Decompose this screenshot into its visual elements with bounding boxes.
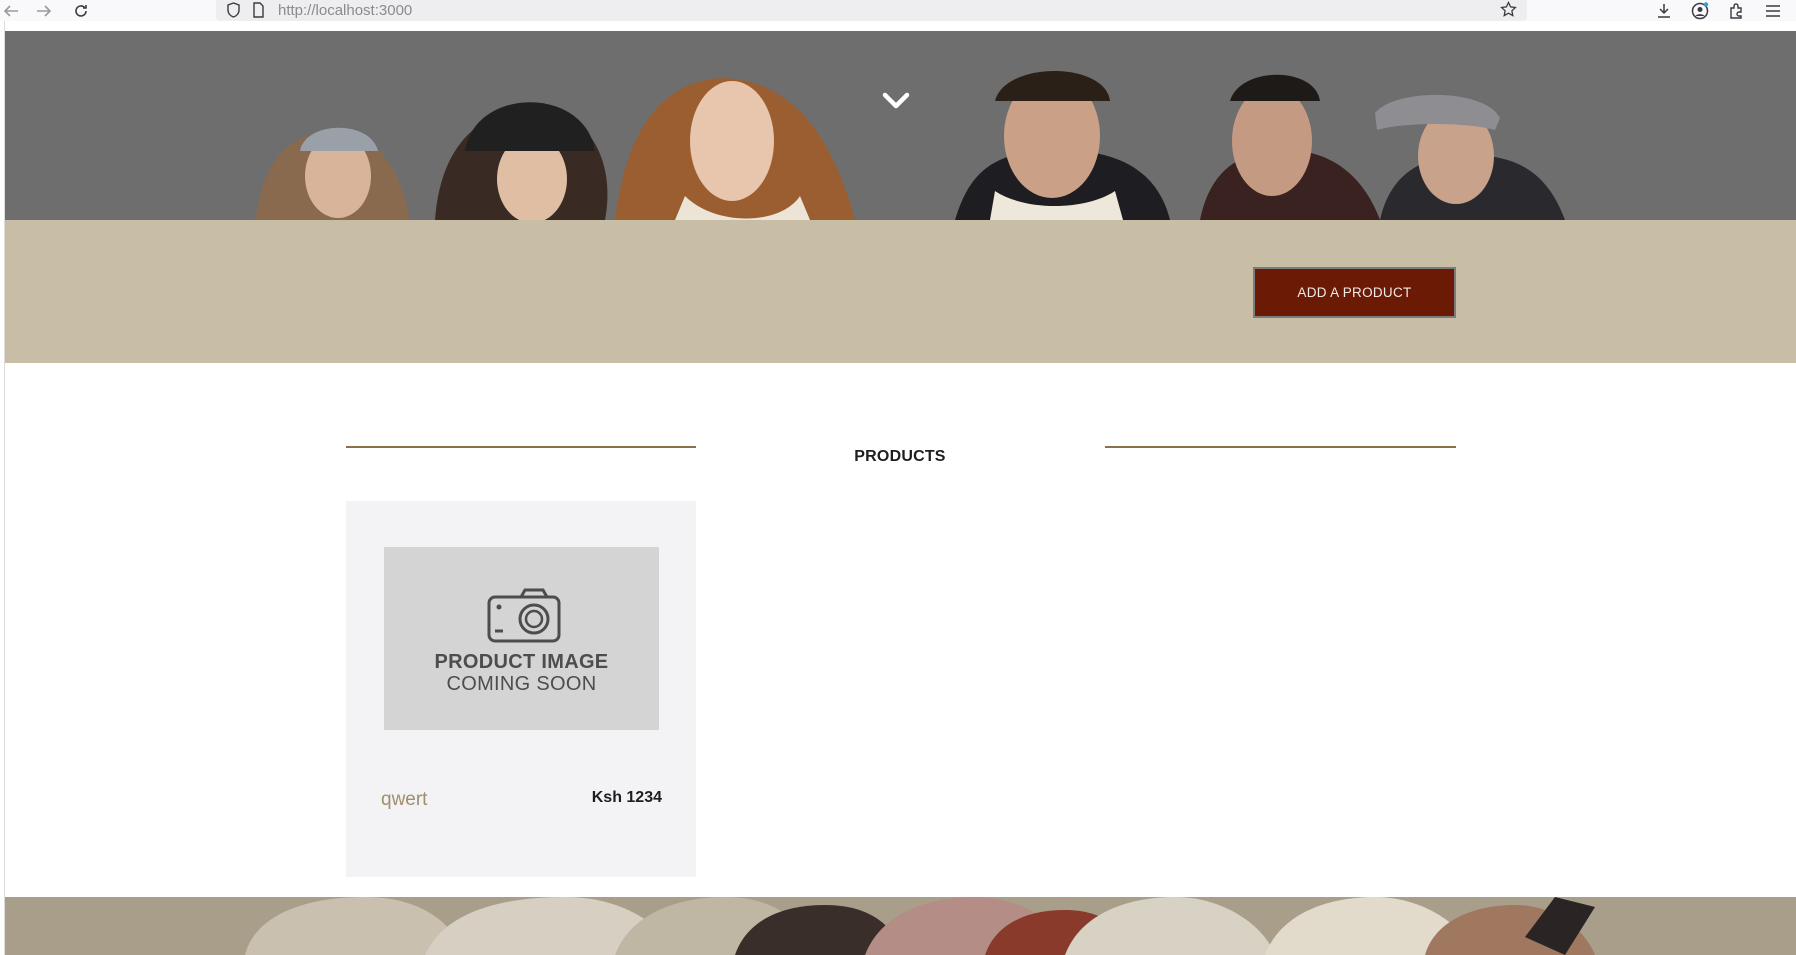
placeholder-text-line2: COMING SOON: [446, 673, 597, 695]
downloads-icon[interactable]: [1652, 0, 1676, 21]
back-arrow-icon[interactable]: [0, 0, 22, 21]
heading-divider-right: [1105, 446, 1456, 448]
menu-icon[interactable]: [1761, 0, 1785, 21]
products-heading: PRODUCTS: [854, 448, 946, 465]
chevron-down-icon[interactable]: [880, 89, 912, 113]
url-port: :3000: [374, 2, 413, 19]
product-card[interactable]: PRODUCT IMAGE COMING SOON qwert Ksh 1234: [346, 501, 696, 877]
address-bar[interactable]: http://localhost:3000: [216, 0, 1527, 21]
action-band: [5, 220, 1796, 363]
product-price: Ksh 1234: [591, 789, 662, 806]
shield-icon[interactable]: [226, 2, 241, 21]
heading-divider-left: [346, 446, 696, 448]
url-text[interactable]: http://localhost:3000: [278, 2, 412, 19]
placeholder-text-line1: PRODUCT IMAGE: [434, 651, 609, 673]
footer-banner: [5, 897, 1796, 955]
product-image-placeholder[interactable]: PRODUCT IMAGE COMING SOON: [384, 547, 659, 730]
extensions-icon[interactable]: [1724, 0, 1748, 21]
page-info-icon[interactable]: [252, 2, 265, 21]
hero-banner: [5, 31, 1796, 220]
forward-arrow-icon[interactable]: [33, 0, 55, 21]
product-name[interactable]: qwert: [381, 789, 427, 811]
hero-photo: [255, 71, 1565, 220]
account-icon[interactable]: [1688, 0, 1712, 21]
add-product-button[interactable]: ADD A PRODUCT: [1253, 267, 1456, 318]
bookmark-star-icon[interactable]: [1500, 0, 1517, 21]
camera-icon: [487, 587, 561, 648]
reload-icon[interactable]: [70, 0, 92, 21]
footer-photo: [5, 897, 1796, 955]
url-host: http://localhost: [278, 2, 375, 19]
browser-toolbar: http://localhost:3000: [0, 0, 1796, 21]
